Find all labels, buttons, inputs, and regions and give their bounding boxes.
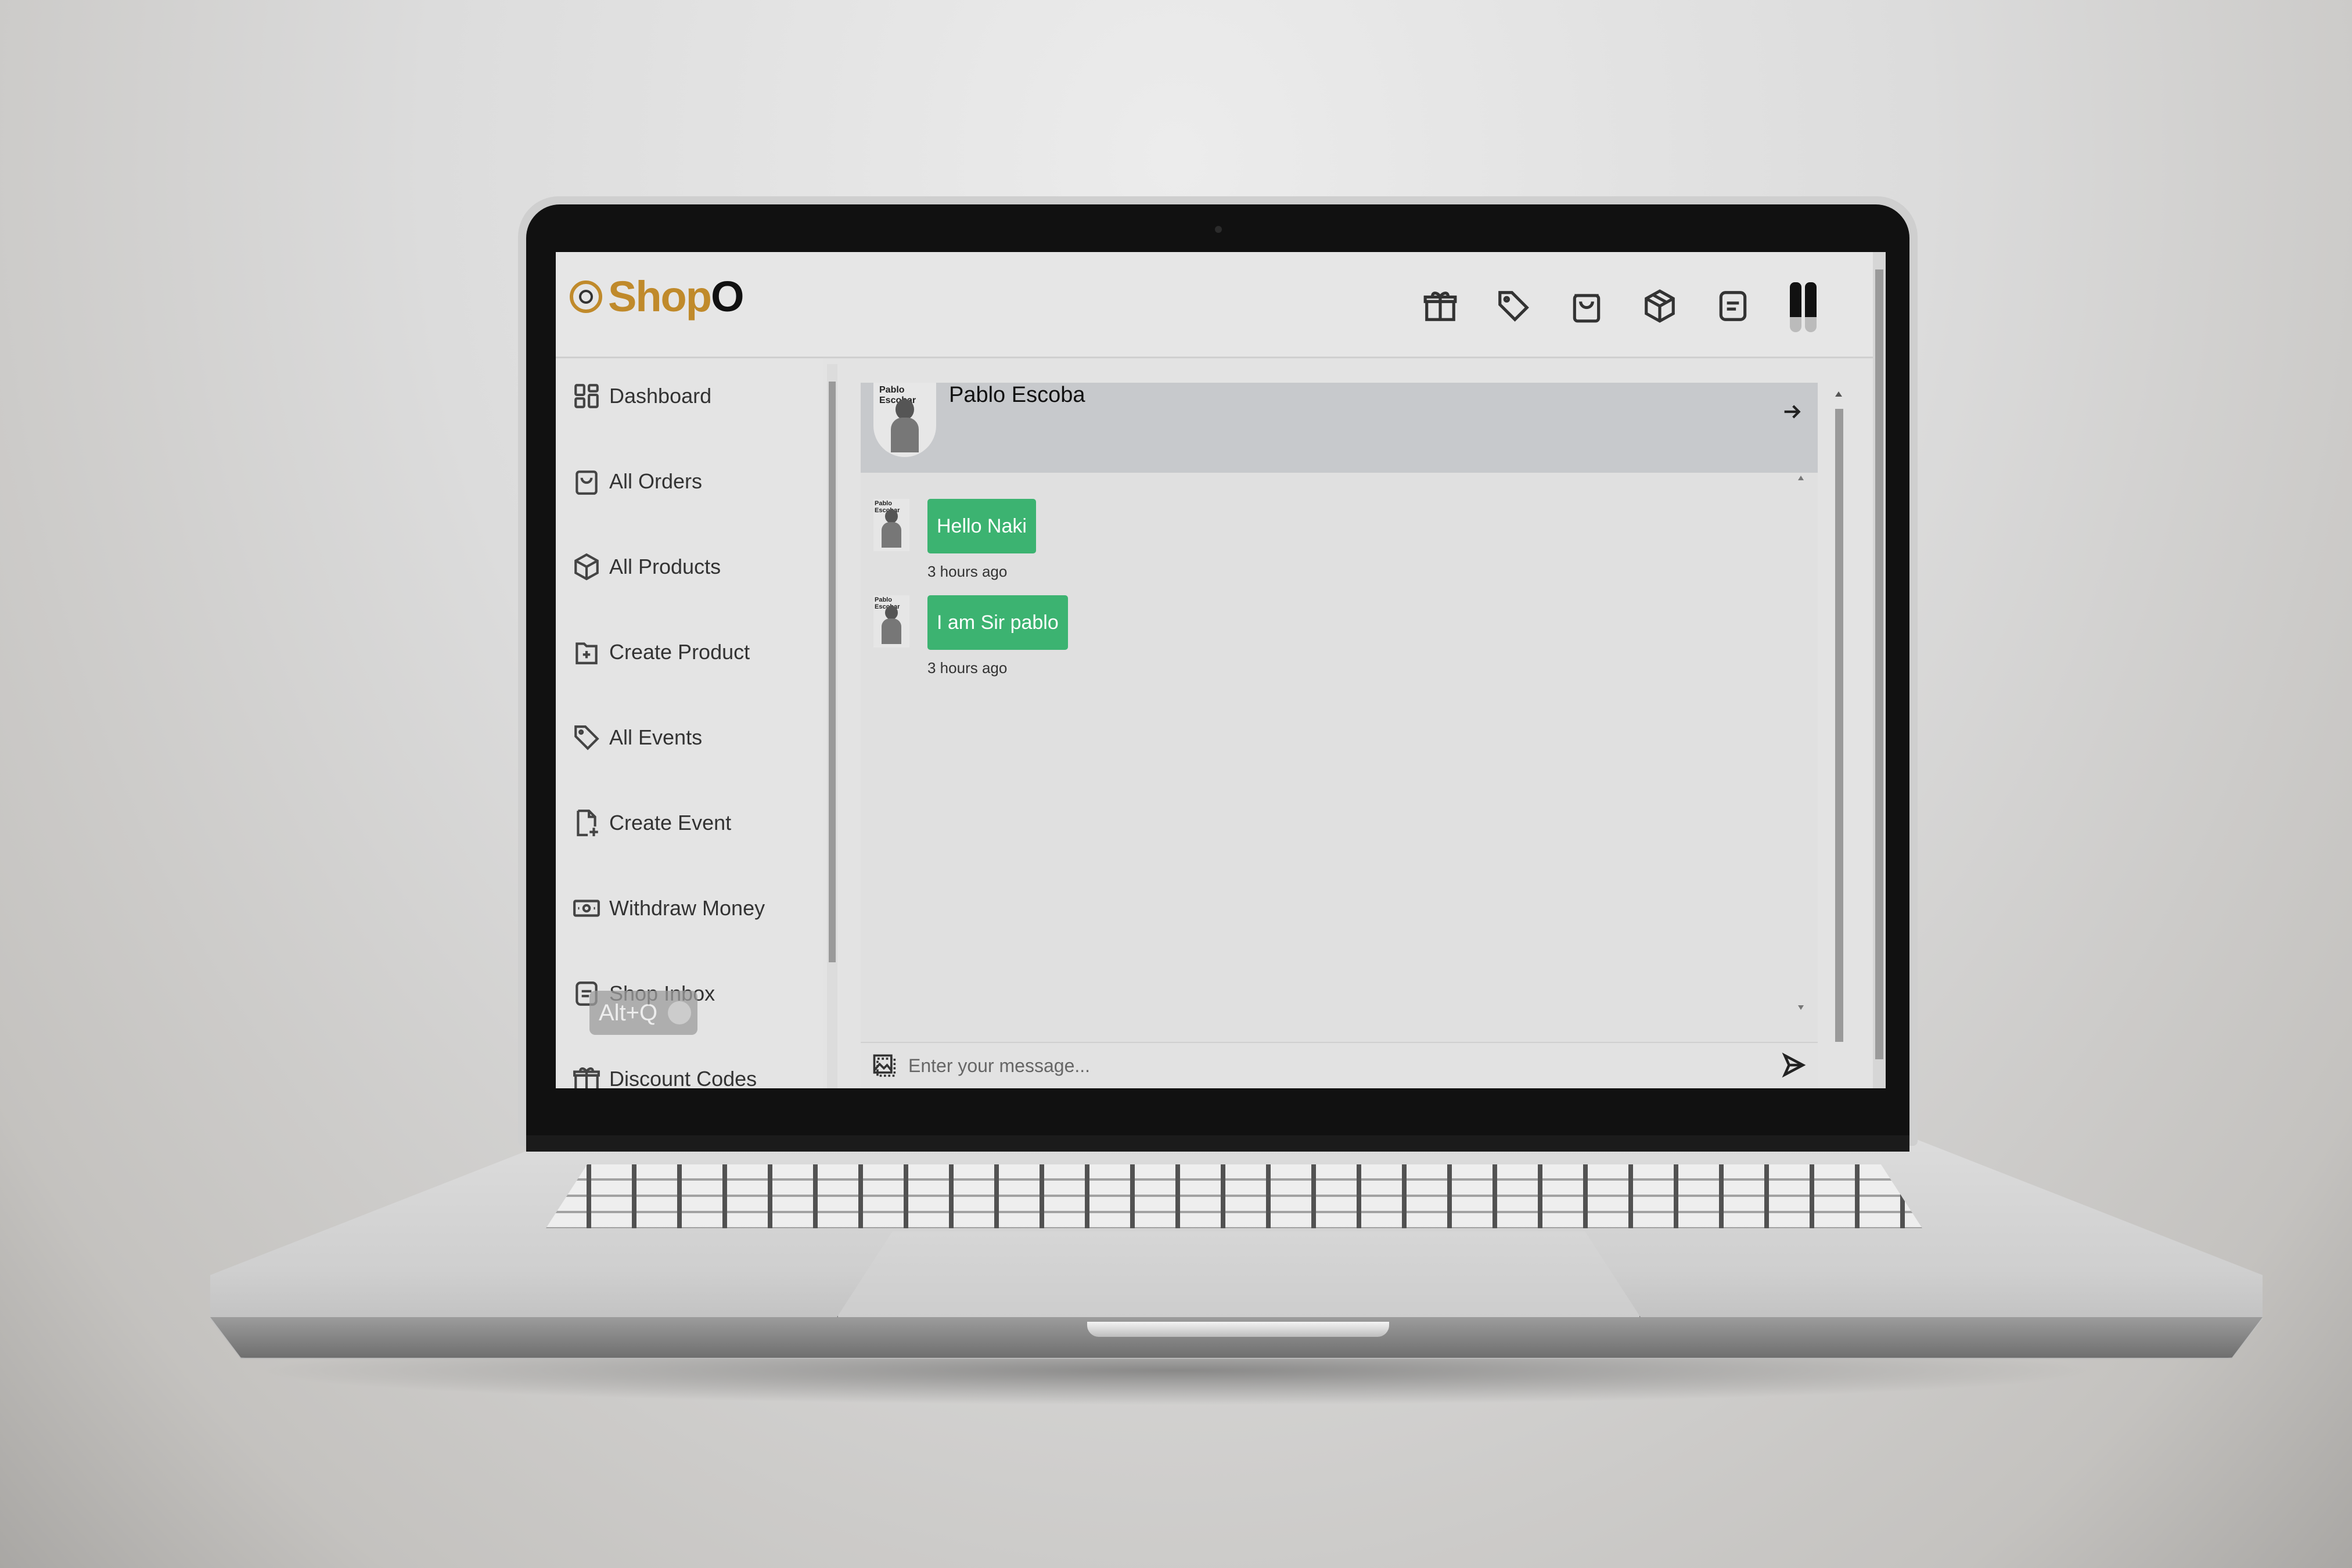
sidebar-item-all-orders[interactable]: All Orders [572, 458, 702, 505]
laptop-keyboard-rows [546, 1164, 1922, 1228]
sidebar: Dashboard All Orders All Products Create… [556, 358, 823, 1088]
page-scrollbar[interactable] [1873, 252, 1886, 1088]
message-square-icon[interactable] [1713, 286, 1753, 326]
chat-panel: Pablo Escobar Pablo Escoba Pablo Escobar… [861, 383, 1818, 1088]
shortcut-dot-icon [668, 1001, 692, 1024]
sidebar-item-all-products[interactable]: All Products [572, 544, 721, 590]
shop-logo[interactable]: ShopO [570, 272, 745, 321]
sidebar-item-discount-codes[interactable]: Discount Codes [572, 1056, 757, 1088]
logo-icon [570, 280, 602, 313]
tag-icon [574, 725, 599, 750]
message-avatar: Pablo Escobar [873, 499, 909, 551]
sidebar-item-label: Discount Codes [609, 1067, 757, 1088]
package-icon [574, 553, 599, 581]
sidebar-item-label: All Orders [609, 469, 703, 493]
screen: ShopO Dashboard All Orders All Products … [556, 252, 1886, 1088]
logo-text: ShopO [608, 272, 745, 321]
sidebar-item-label: All Events [609, 725, 703, 749]
chat-scrollbar[interactable] [1833, 391, 1844, 1088]
sidebar-item-label: Create Product [609, 640, 750, 664]
sidebar-item-label: Dashboard [609, 384, 712, 408]
message-avatar: Pablo Escobar [873, 595, 909, 648]
laptop-hinge [526, 1135, 1909, 1152]
document-add-icon [577, 810, 598, 836]
sidebar-item-withdraw-money[interactable]: Withdraw Money [572, 885, 765, 932]
cash-icon [573, 900, 600, 917]
dashboard-grid-icon [574, 384, 599, 408]
sidebar-item-label: Create Event [609, 811, 732, 835]
sidebar-item-dashboard[interactable]: Dashboard [572, 373, 711, 419]
message-bubble: Hello Naki [927, 499, 1036, 553]
message-time: 3 hours ago [927, 563, 1008, 580]
sidebar-item-create-event[interactable]: Create Event [572, 800, 731, 846]
message-time: 3 hours ago [927, 659, 1008, 677]
sidebar-item-label: Withdraw Money [609, 896, 765, 920]
package-icon[interactable] [1639, 286, 1680, 326]
chat-header[interactable]: Pablo Escobar Pablo Escoba [861, 383, 1818, 473]
sidebar-item-all-events[interactable]: All Events [572, 714, 702, 761]
sidebar-scrollbar[interactable] [827, 364, 837, 1088]
contact-name: Pablo Escoba [949, 383, 1085, 407]
header-icons [1420, 280, 1821, 332]
shopping-bag-icon[interactable] [1566, 286, 1607, 326]
message-bubble: I am Sir pablo [927, 595, 1068, 650]
contact-avatar: Pablo Escobar [873, 383, 936, 457]
sidebar-item-create-product[interactable]: Create Product [572, 629, 750, 675]
message-list: Pablo Escobar Hello Naki 3 hours ago Pab… [861, 473, 1796, 1042]
user-avatar[interactable] [1786, 280, 1821, 332]
shortcut-badge[interactable]: Alt+Q [589, 991, 697, 1035]
message-scrollbar[interactable] [1796, 476, 1806, 1010]
sidebar-item-label: All Products [609, 555, 721, 578]
gift-icon[interactable] [1420, 286, 1461, 326]
laptop-lid-notch [1087, 1322, 1389, 1337]
message-composer [861, 1042, 1818, 1088]
image-upload-icon[interactable] [871, 1052, 897, 1078]
arrow-right-icon[interactable] [1781, 400, 1804, 423]
shopping-bag-icon [576, 470, 598, 495]
webcam [1215, 226, 1222, 233]
tag-icon[interactable] [1493, 286, 1534, 326]
laptop-trackpad [836, 1231, 1641, 1318]
send-icon[interactable] [1781, 1052, 1806, 1078]
message-input[interactable] [907, 1048, 1757, 1084]
file-plus-icon [576, 642, 598, 664]
app-header: ShopO [556, 252, 1873, 358]
gift-icon [573, 1067, 600, 1088]
